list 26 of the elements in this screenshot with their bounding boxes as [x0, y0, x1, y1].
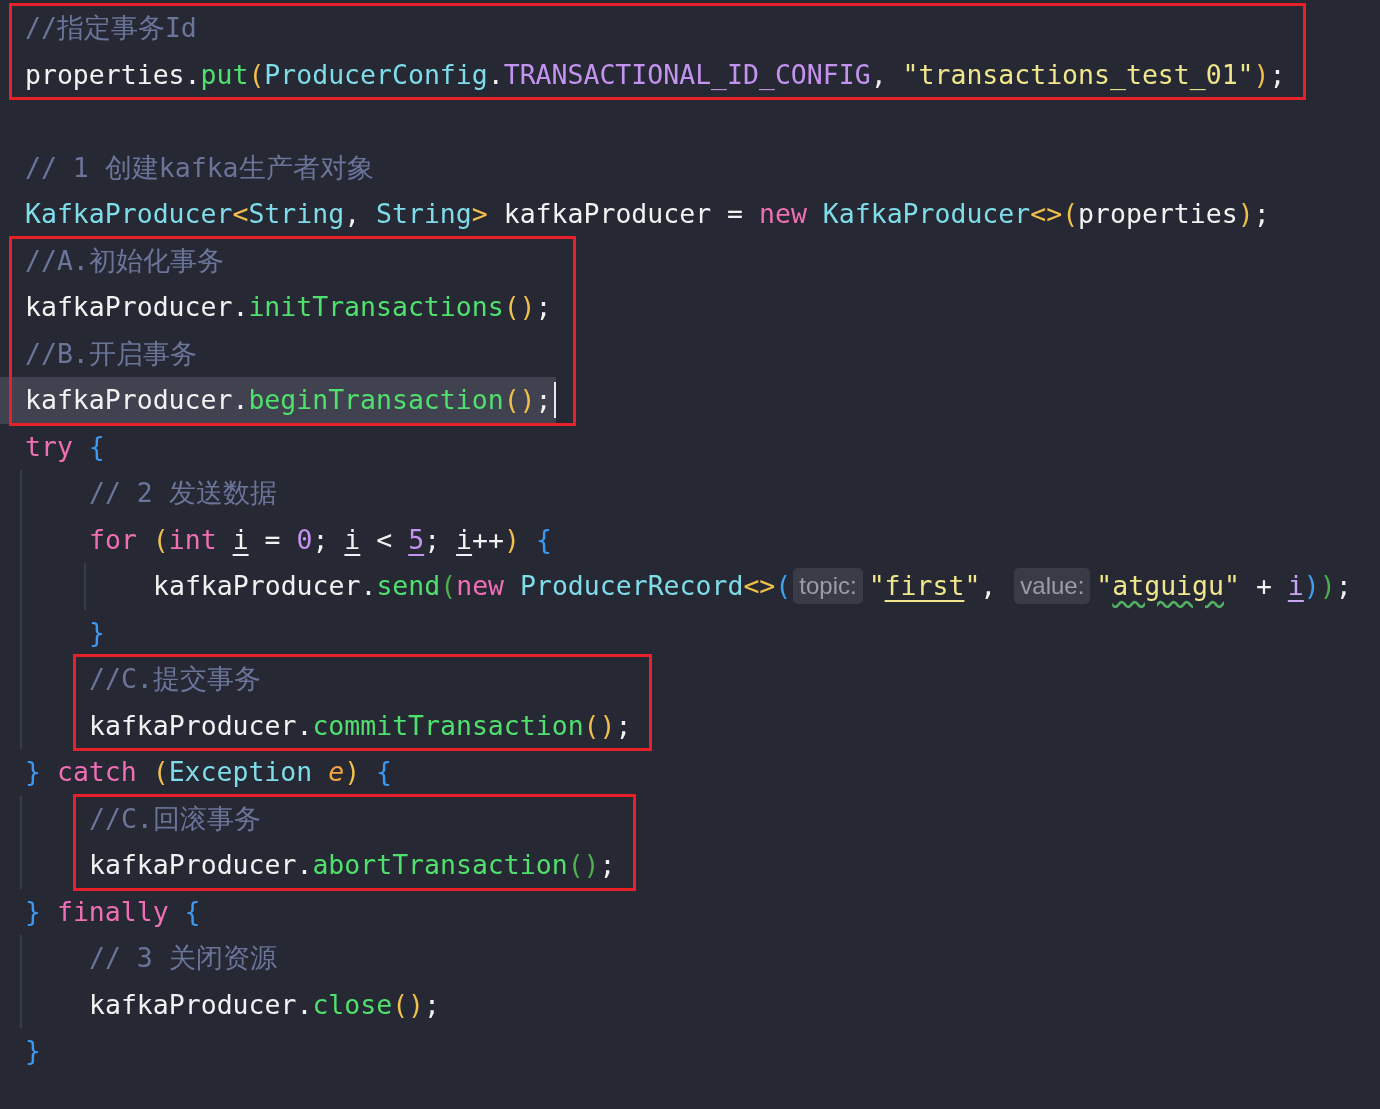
code-comment: // 1 创建kafka生产者对象 — [25, 150, 374, 185]
code-comment: //C.回滚事务 — [89, 801, 261, 836]
code-text: } — [25, 1034, 41, 1068]
code-comment: //A.初始化事务 — [25, 243, 224, 278]
code-text: KafkaProducer<String, String> kafkaProducer = new KafkaProducer<>(properties); — [25, 197, 1270, 231]
code-text: kafkaProducer.close(); — [89, 987, 441, 1022]
code-text: for (int i = 0; i < 5; i++) { — [89, 522, 552, 557]
code-comment: // 3 关闭资源 — [89, 941, 277, 975]
code-text: "atguigu" + i)); — [1096, 569, 1352, 603]
code-text: } — [89, 615, 105, 650]
code-text: kafkaProducer.commitTransaction(); — [89, 708, 632, 743]
code-text: kafkaProducer.send(new ProducerRecord<>( — [153, 569, 792, 603]
code-text: } finally { — [25, 894, 201, 929]
code-text: } catch (Exception e) { — [25, 755, 393, 789]
code-comment: //C.提交事务 — [89, 662, 261, 696]
code-text: properties.put(ProducerConfig.TRANSACTIONAL_ID_CONFIG, "transactions_test_01"); — [25, 57, 1286, 92]
code-text: kafkaProducer.abortTransaction(); — [89, 848, 616, 882]
code-text: "first", — [868, 569, 998, 603]
code-text: try { — [25, 429, 105, 464]
code-text: kafkaProducer.beginTransaction(); — [25, 383, 552, 417]
parameter-hint: topic: — [793, 568, 863, 605]
code-comment: // 2 发送数据 — [89, 476, 277, 510]
parameter-hint: value: — [1014, 568, 1091, 605]
code-text: kafkaProducer.initTransactions(); — [25, 290, 552, 324]
code-comment: //B.开启事务 — [25, 336, 197, 371]
code-comment: //指定事务Id — [25, 11, 197, 45]
